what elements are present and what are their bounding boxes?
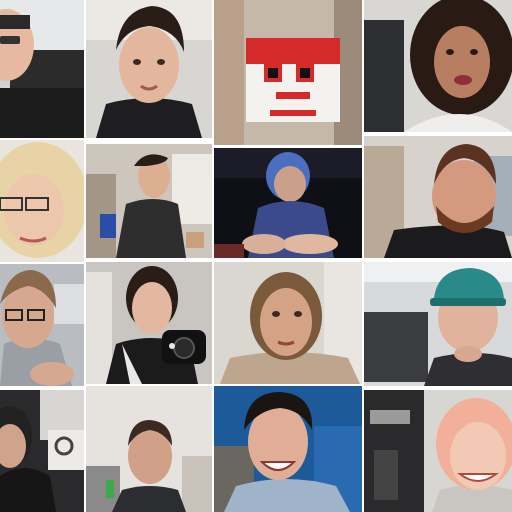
photo-young-man-white-room (86, 386, 212, 512)
photo-person-black-hair-dark-room (0, 390, 84, 512)
collage-tile-8 (364, 136, 512, 258)
collage-tile-6 (86, 144, 212, 258)
photo-pink-hair-person (364, 390, 512, 512)
photo-smiling-man-blue-room (214, 386, 362, 512)
photo-person-dark-room (214, 148, 362, 258)
photo-bearded-man-black-shirt (364, 136, 512, 258)
photo-person-teal-cap (364, 262, 512, 386)
photo-blonde-person-glasses (0, 140, 84, 262)
photo-young-man-dark-hair (86, 0, 212, 138)
photo-box-mask (214, 0, 362, 145)
collage-tile-1 (0, 0, 84, 138)
photo-person-holding-camera (86, 262, 212, 384)
photo-woman-curly-hair (364, 0, 512, 132)
collage-tile-10 (86, 262, 212, 384)
collage-tile-2 (86, 0, 212, 138)
collage-tile-14 (86, 386, 212, 512)
collage-tile-9 (0, 264, 84, 386)
collage-tile-5 (0, 140, 84, 262)
collage-tile-7 (214, 148, 362, 258)
collage-tile-13 (0, 390, 84, 512)
photo-person-holding-can (86, 144, 212, 258)
collage-tile-11 (214, 262, 362, 384)
collage-tile-3 (214, 0, 362, 145)
collage-tile-16 (364, 390, 512, 512)
photo-person-glasses-grey-hoodie (0, 264, 84, 386)
photo-person-glasses-desk (0, 0, 84, 138)
photo-woman-brown-hair (214, 262, 362, 384)
collage-tile-15 (214, 386, 362, 512)
collage-tile-4 (364, 0, 512, 132)
collage-tile-12 (364, 262, 512, 386)
